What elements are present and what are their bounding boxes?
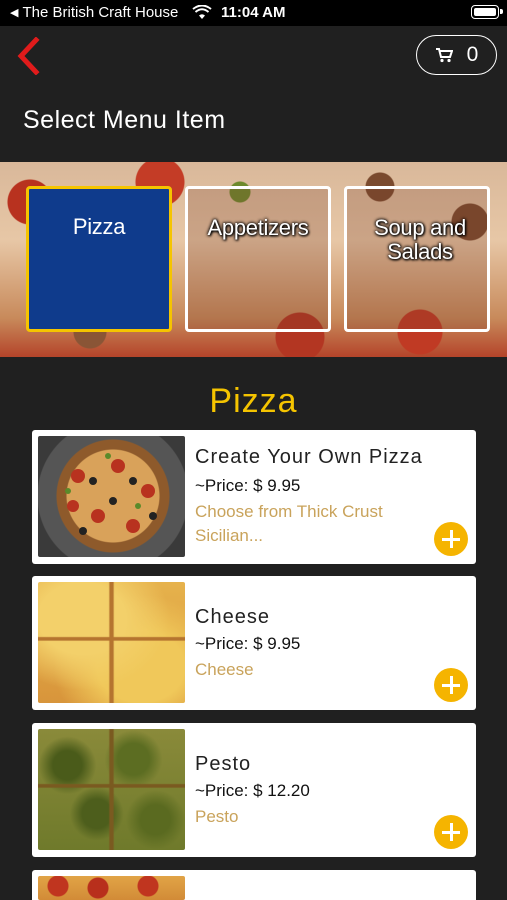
menu-item-price: ~Price: $ 9.95	[195, 476, 301, 495]
cart-icon	[435, 48, 453, 63]
menu-item-card[interactable]: Create Your Own Pizza ~Price: $ 9.95 Cho…	[32, 430, 476, 564]
status-time: 11:04 AM	[221, 4, 286, 21]
wifi-icon	[192, 5, 212, 19]
menu-item-description: Cheese	[195, 660, 254, 679]
category-tile-appetizers[interactable]: Appetizers	[185, 186, 331, 332]
menu-item-price: ~Price: $ 12.20	[195, 781, 310, 800]
battery-icon	[471, 5, 503, 19]
header: 0 Select Menu Item	[0, 26, 507, 162]
category-tile-soup-and-salads[interactable]: Soup and Salads	[344, 186, 490, 332]
cart-button[interactable]: 0	[416, 35, 497, 75]
return-app-label: The British Craft House	[22, 4, 179, 21]
menu-item-name: Create Your Own Pizza	[195, 446, 423, 468]
menu-item-image	[38, 729, 185, 850]
menu-item-card[interactable]: Cheese ~Price: $ 9.95 Cheese	[32, 576, 476, 710]
add-item-button[interactable]	[434, 668, 468, 702]
cart-count: 0	[466, 43, 479, 66]
menu-item-name: Cheese	[195, 606, 270, 628]
add-item-button[interactable]	[434, 522, 468, 556]
menu-item-price: ~Price: $ 9.95	[195, 634, 301, 653]
menu-item-card[interactable]: Pesto ~Price: $ 12.20 Pesto	[32, 723, 476, 857]
add-item-button[interactable]	[434, 815, 468, 849]
category-label: Soup and Salads	[374, 215, 466, 264]
category-banner: Pizza Appetizers Soup and Salads	[0, 162, 507, 357]
category-label: Appetizers	[207, 215, 309, 240]
menu-item-card[interactable]	[32, 870, 476, 900]
status-bar: ◀ The British Craft House 11:04 AM	[0, 0, 507, 26]
return-to-app[interactable]: ◀ The British Craft House	[10, 4, 178, 21]
menu-content: Pizza Create Your Own Pizza ~Price: $ 9.…	[0, 357, 507, 900]
menu-item-description: Pesto	[195, 807, 239, 826]
page-title: Select Menu Item	[23, 106, 226, 134]
back-button[interactable]	[10, 34, 46, 78]
section-title: Pizza	[209, 382, 298, 420]
back-triangle-icon: ◀	[10, 7, 19, 19]
menu-item-image	[38, 436, 185, 557]
menu-item-image	[38, 582, 185, 703]
chevron-left-icon	[17, 37, 40, 75]
category-tile-pizza[interactable]: Pizza	[26, 186, 172, 332]
menu-item-name: Pesto	[195, 753, 252, 775]
pizza-image	[65, 453, 157, 535]
category-label: Pizza	[72, 214, 126, 239]
menu-item-description: Choose from Thick Crust Sicilian...	[195, 502, 383, 545]
menu-item-image	[38, 876, 185, 900]
